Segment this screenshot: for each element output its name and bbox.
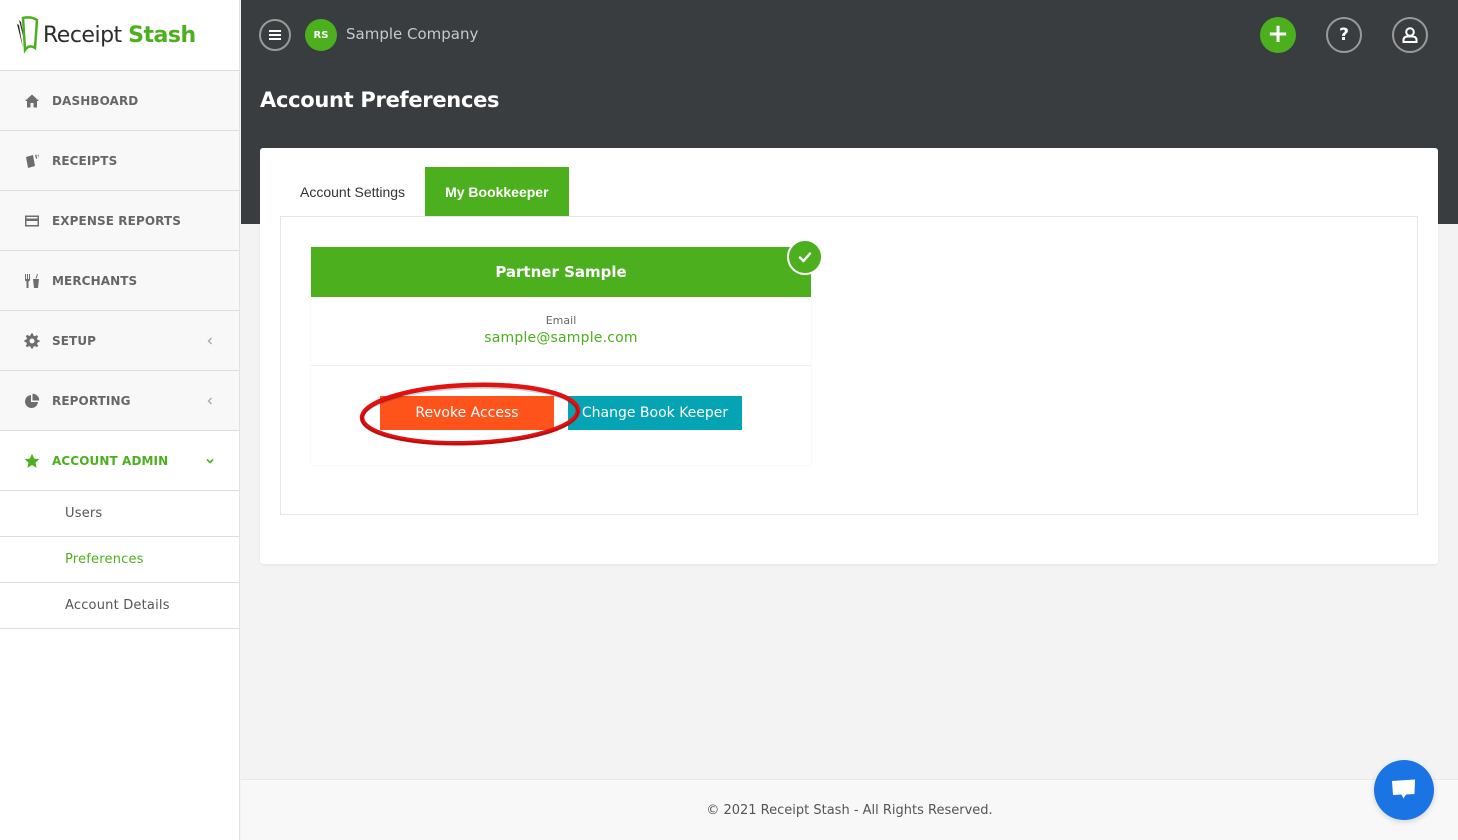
bookkeeper-email[interactable]: sample@sample.com (311, 330, 811, 346)
help-button[interactable]: ? (1326, 17, 1362, 53)
user-icon (1402, 27, 1418, 43)
company-initials: RS (313, 29, 329, 41)
sidebar-subitem-preferences[interactable]: Preferences (0, 537, 239, 583)
sidebar-item-merchants[interactable]: MERCHANTS (0, 251, 239, 311)
gear-icon (24, 333, 40, 349)
company-logo[interactable]: RS (305, 19, 337, 51)
bookkeeper-card: Partner Sample Email sample@sample.com R… (311, 239, 823, 465)
page-title: Account Preferences (260, 88, 500, 112)
bookkeeper-name: Partner Sample (311, 247, 811, 297)
sidebar-item-dashboard[interactable]: DASHBOARD (0, 71, 239, 131)
revoke-access-button[interactable]: Revoke Access (380, 396, 554, 430)
sidebar-item-label: ACCOUNT ADMIN (52, 453, 169, 468)
sidebar-item-label: EXPENSE REPORTS (52, 213, 181, 228)
sidebar-item-label: MERCHANTS (52, 273, 138, 288)
receipt-stash-logo-icon (17, 16, 39, 54)
footer: © 2021 Receipt Stash - All Rights Reserv… (241, 779, 1458, 840)
question-icon: ? (1339, 25, 1349, 45)
bookkeeper-actions: Revoke Access Change Book Keeper (311, 366, 811, 464)
copyright-text: © 2021 Receipt Stash - All Rights Reserv… (706, 802, 993, 818)
bookkeeper-email-section: Email sample@sample.com (311, 297, 811, 366)
chat-bubble-icon (1392, 779, 1415, 799)
home-icon (24, 93, 40, 109)
user-profile-button[interactable] (1392, 17, 1428, 53)
preferences-tabs: Account Settings My Bookkeeper (280, 167, 569, 216)
hamburger-icon (269, 34, 281, 36)
sidebar-item-label: SETUP (52, 333, 97, 348)
sidebar-item-account-admin[interactable]: ACCOUNT ADMIN (0, 431, 239, 491)
sidebar-item-reporting[interactable]: REPORTING (0, 371, 239, 431)
preferences-card: Account Settings My Bookkeeper Partner S… (260, 148, 1438, 564)
change-book-keeper-button[interactable]: Change Book Keeper (568, 396, 742, 430)
sidebar-item-setup[interactable]: SETUP (0, 311, 239, 371)
plus-icon: + (1267, 19, 1289, 49)
chevron-left-icon (205, 336, 215, 346)
check-icon (787, 239, 823, 275)
sidebar-item-label: DASHBOARD (52, 93, 139, 108)
tab-my-bookkeeper[interactable]: My Bookkeeper (425, 167, 569, 216)
company-name[interactable]: Sample Company (346, 25, 478, 43)
my-bookkeeper-panel: Partner Sample Email sample@sample.com R… (280, 216, 1418, 515)
sidebar: Receipt Stash DASHBOARD RECEIPTS EXPENSE… (0, 0, 240, 840)
star-icon (24, 453, 40, 469)
add-button[interactable]: + (1260, 17, 1296, 53)
hamburger-menu-button[interactable] (259, 19, 291, 51)
brand-name-green: Stash (128, 22, 196, 48)
chat-widget-button[interactable] (1374, 760, 1434, 820)
tab-account-settings[interactable]: Account Settings (280, 167, 425, 216)
sidebar-item-label: RECEIPTS (52, 153, 118, 168)
sidebar-subitem-users[interactable]: Users (0, 491, 239, 537)
utensils-icon (24, 273, 40, 289)
sidebar-item-receipts[interactable]: RECEIPTS (0, 131, 239, 191)
sidebar-subitem-account-details[interactable]: Account Details (0, 583, 239, 629)
sidebar-item-expense-reports[interactable]: EXPENSE REPORTS (0, 191, 239, 251)
chevron-down-icon (205, 456, 215, 466)
brand-name: Receipt Stash (43, 23, 196, 48)
chevron-left-icon (205, 396, 215, 406)
brand-logo[interactable]: Receipt Stash (0, 0, 239, 71)
pie-chart-icon (24, 393, 40, 409)
email-label: Email (545, 314, 577, 327)
credit-card-icon (24, 213, 40, 229)
brand-name-dark: Receipt (43, 22, 122, 48)
sidebar-item-label: REPORTING (52, 393, 131, 408)
receipts-icon (24, 153, 40, 169)
